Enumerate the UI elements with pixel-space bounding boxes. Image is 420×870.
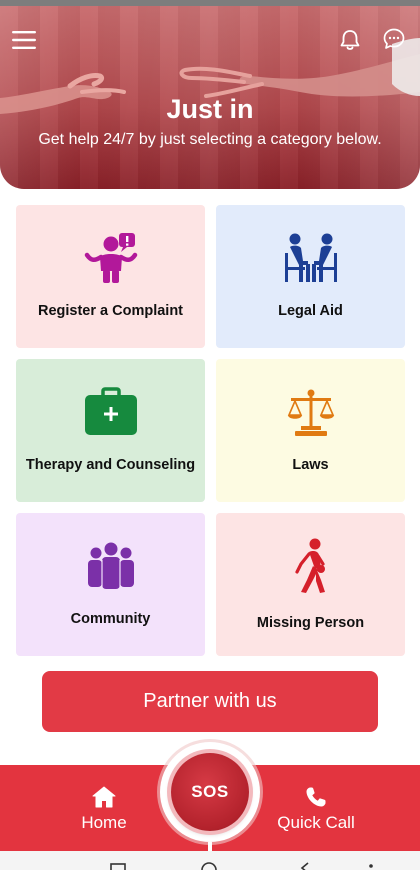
consultation-icon (284, 233, 337, 282)
category-label: Community (70, 611, 151, 627)
menu-button[interactable] (10, 26, 38, 54)
page-subtitle: Get help 24/7 by just selecting a catego… (38, 131, 382, 148)
home-icon (92, 786, 116, 808)
complaint-person-icon (84, 233, 137, 283)
category-missing-person[interactable]: Missing Person (216, 513, 405, 656)
phone-icon (306, 787, 326, 807)
notifications-button[interactable] (336, 26, 364, 54)
category-therapy-counseling[interactable]: Therapy and Counseling (16, 359, 205, 502)
category-label: Laws (292, 457, 329, 473)
hero-banner: Just in Get help 24/7 by just selecting … (0, 6, 420, 189)
category-label: Missing Person (256, 615, 365, 631)
category-label: Legal Aid (278, 303, 343, 319)
category-legal-aid[interactable]: Legal Aid (216, 205, 405, 348)
nav-home[interactable]: Home (64, 785, 144, 833)
back-icon[interactable] (300, 862, 310, 870)
chat-bubble-icon (383, 28, 405, 49)
system-navigation-bar (0, 851, 420, 870)
category-laws[interactable]: Laws (216, 359, 405, 502)
nav-quick-call-label: Quick Call (277, 813, 355, 832)
bell-icon (340, 30, 360, 50)
partner-with-us-button[interactable]: Partner with us (42, 671, 378, 732)
nav-home-label: Home (81, 813, 127, 832)
walking-person-icon (294, 538, 325, 593)
scales-of-justice-icon (287, 389, 334, 436)
chat-button[interactable] (380, 24, 408, 54)
home-system-icon[interactable] (200, 861, 218, 870)
category-label: Register a Complaint (37, 303, 184, 319)
recent-apps-icon[interactable] (110, 863, 126, 870)
page-title: Just in (166, 94, 254, 124)
sos-button[interactable]: SOS (171, 753, 249, 831)
nav-quick-call[interactable]: Quick Call (268, 785, 364, 833)
category-label: Therapy and Counseling (25, 457, 196, 473)
category-register-complaint[interactable]: Register a Complaint (16, 205, 205, 348)
group-of-people-icon (87, 542, 134, 589)
sos-indicator (208, 842, 212, 851)
medical-kit-icon (84, 387, 137, 435)
sos-ring: SOS (160, 742, 260, 842)
more-options-icon[interactable] (368, 863, 374, 870)
category-community[interactable]: Community (16, 513, 205, 656)
hamburger-menu-icon (12, 31, 36, 49)
